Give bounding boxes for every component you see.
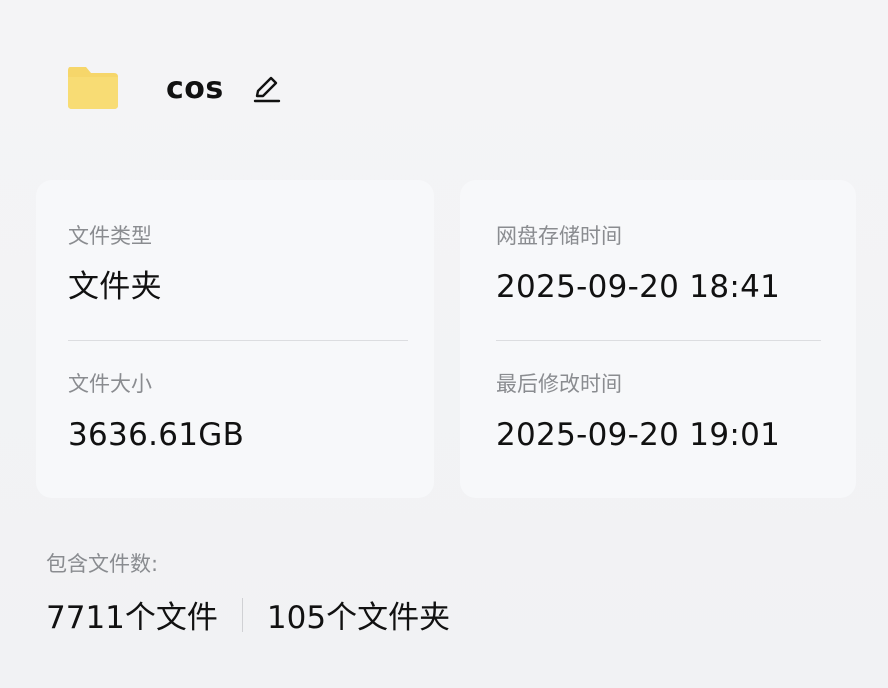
file-count: 7711个文件 <box>46 600 218 636</box>
pencil-icon[interactable] <box>250 71 284 105</box>
file-type-value: 文件夹 <box>68 269 162 305</box>
divider <box>68 340 408 341</box>
stored-time-value: 2025-09-20 18:41 <box>496 269 781 305</box>
folder-name: cos <box>166 70 224 106</box>
file-size-field: 文件大小 3636.61GB <box>68 374 244 451</box>
stored-time-field: 网盘存储时间 2025-09-20 18:41 <box>496 226 780 303</box>
file-size-value: 3636.61GB <box>68 417 245 453</box>
file-type-label: 文件类型 <box>68 224 152 248</box>
folder-icon <box>66 65 120 111</box>
stored-time-label: 网盘存储时间 <box>496 224 622 248</box>
modified-time-value: 2025-09-20 19:01 <box>496 417 781 453</box>
count-separator <box>241 597 243 632</box>
file-size-label: 文件大小 <box>68 372 152 396</box>
file-header: cos <box>66 58 284 118</box>
file-info-card: 文件类型 文件夹 文件大小 3636.61GB <box>36 180 434 498</box>
modified-time-field: 最后修改时间 2025-09-20 19:01 <box>496 374 780 451</box>
file-type-field: 文件类型 文件夹 <box>68 226 162 303</box>
folder-count: 105个文件夹 <box>266 600 451 636</box>
contents-count-label: 包含文件数: <box>46 552 159 576</box>
modified-time-label: 最后修改时间 <box>496 372 622 396</box>
file-details-page: cos 文件类型 文件夹 文件大小 3636.61GB 网盘存储时间 2025-… <box>0 0 888 688</box>
divider <box>496 340 821 341</box>
time-info-card: 网盘存储时间 2025-09-20 18:41 最后修改时间 2025-09-2… <box>460 180 856 498</box>
contents-count-row: 7711个文件 105个文件夹 <box>46 592 450 637</box>
